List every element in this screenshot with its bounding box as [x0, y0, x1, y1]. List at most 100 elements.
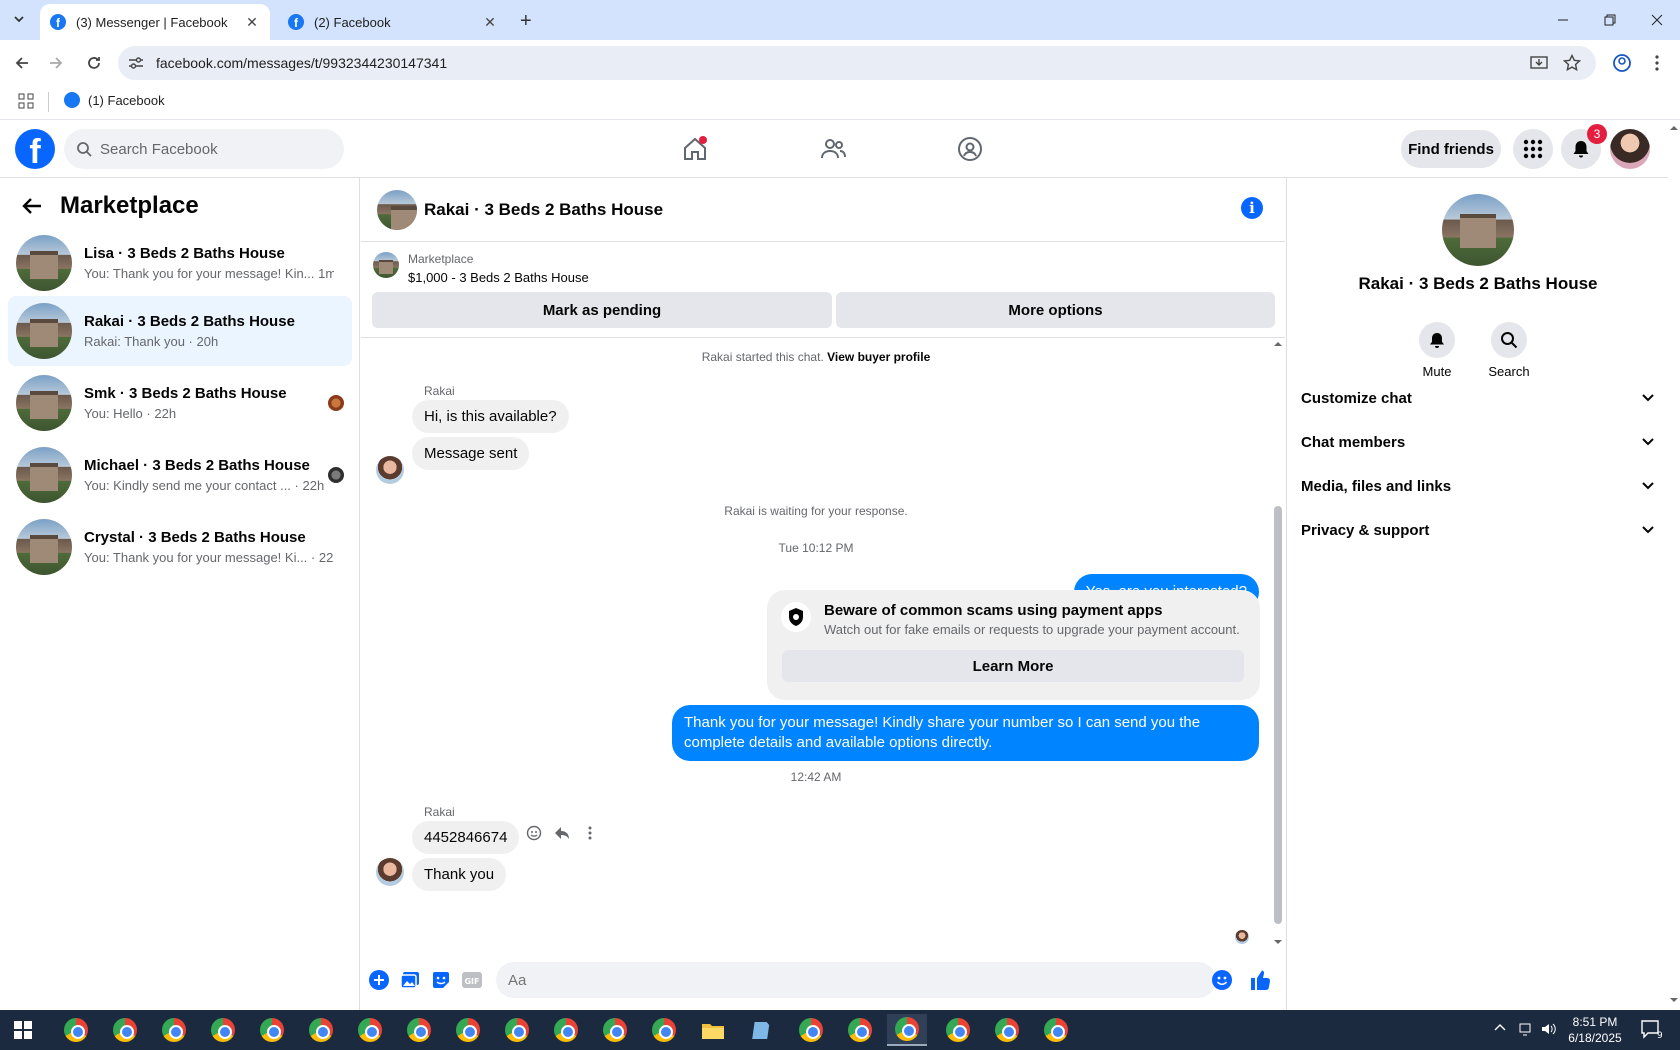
site-settings-icon[interactable]	[126, 53, 146, 73]
chrome-taskbar-icon[interactable]	[154, 1014, 194, 1046]
bookmark-facebook[interactable]: (1) Facebook	[64, 92, 165, 108]
chat-members-row[interactable]: Chat members	[1301, 422, 1655, 462]
facebook-search-input[interactable]: Search Facebook	[64, 129, 344, 169]
find-friends-button[interactable]: Find friends	[1401, 130, 1501, 168]
chrome-taskbar-icon[interactable]	[56, 1014, 96, 1046]
nav-groups[interactable]	[915, 126, 1025, 172]
windows-start-icon[interactable]	[14, 1021, 32, 1039]
chrome-taskbar-icon[interactable]	[840, 1014, 880, 1046]
listing-price[interactable]: $1,000 - 3 Beds 2 Baths House	[408, 270, 589, 285]
message-incoming[interactable]: Hi, is this available?	[412, 400, 569, 433]
info-icon[interactable]: i	[1241, 197, 1263, 219]
restore-icon	[1604, 14, 1616, 26]
sender-name: Rakai	[424, 805, 455, 819]
reply-icon[interactable]	[553, 824, 571, 842]
chrome-taskbar-icon[interactable]	[546, 1014, 586, 1046]
photo-icon[interactable]	[398, 968, 422, 992]
emoji-icon[interactable]	[1210, 968, 1234, 992]
plus-icon[interactable]	[367, 968, 391, 992]
mark-as-pending-button[interactable]: Mark as pending	[372, 292, 832, 328]
media-files-links-row[interactable]: Media, files and links	[1301, 466, 1655, 506]
listing-thumbnail[interactable]	[373, 252, 399, 278]
close-icon[interactable]: ✕	[482, 14, 498, 30]
chrome-taskbar-icon[interactable]	[987, 1014, 1027, 1046]
message-outgoing[interactable]: Thank you for your message! Kindly share…	[672, 705, 1259, 761]
browser-menu-icon[interactable]	[1645, 51, 1669, 75]
reload-button[interactable]	[82, 51, 106, 75]
notification-center-icon[interactable]: 9	[1640, 1019, 1662, 1039]
tab-search-button[interactable]	[8, 8, 30, 30]
page-scrollbar[interactable]	[1668, 120, 1680, 1010]
view-buyer-profile-link[interactable]: View buyer profile	[827, 350, 930, 364]
chrome-taskbar-icon[interactable]	[448, 1014, 488, 1046]
profile-icon[interactable]	[1610, 51, 1634, 75]
profile-avatar[interactable]	[1610, 129, 1650, 169]
chrome-taskbar-icon[interactable]	[252, 1014, 292, 1046]
system-clock[interactable]: 8:51 PM 6/18/2025	[1560, 1014, 1630, 1046]
privacy-support-row[interactable]: Privacy & support	[1301, 510, 1655, 550]
more-options-button[interactable]: More options	[836, 292, 1275, 328]
close-window-button[interactable]	[1634, 6, 1680, 34]
listing-avatar-large[interactable]	[1442, 194, 1514, 266]
chrome-taskbar-icon[interactable]	[644, 1014, 684, 1046]
url-input[interactable]: facebook.com/messages/t/9932344230147341	[118, 46, 1596, 80]
message-incoming[interactable]: Thank you	[412, 858, 507, 891]
chrome-taskbar-icon[interactable]	[1036, 1014, 1076, 1046]
tab-facebook[interactable]: f (2) Facebook ✕	[278, 4, 508, 40]
nav-home[interactable]	[640, 126, 750, 172]
chrome-taskbar-icon[interactable]	[399, 1014, 439, 1046]
chrome-taskbar-icon[interactable]	[791, 1014, 831, 1046]
conversation-item-active[interactable]: Rakai · 3 Beds 2 Baths House Rakai: Than…	[8, 296, 352, 366]
gif-icon[interactable]: GIF	[460, 968, 484, 992]
message-input[interactable]	[496, 962, 1216, 998]
chrome-taskbar-icon[interactable]	[938, 1014, 978, 1046]
restore-button[interactable]	[1587, 6, 1633, 34]
conversation-item[interactable]: Michael · 3 Beds 2 Baths House You: Kind…	[8, 440, 352, 510]
menu-button[interactable]	[1513, 129, 1553, 169]
chrome-taskbar-icon[interactable]	[203, 1014, 243, 1046]
volume-icon[interactable]	[1541, 1022, 1557, 1036]
chrome-taskbar-icon-active[interactable]	[887, 1014, 927, 1046]
message-incoming[interactable]: 4452846674	[412, 821, 520, 854]
chrome-taskbar-icon[interactable]	[301, 1014, 341, 1046]
chrome-taskbar-icon[interactable]	[350, 1014, 390, 1046]
chat-title[interactable]: Rakai · 3 Beds 2 Baths House	[424, 200, 663, 220]
chrome-taskbar-icon[interactable]	[595, 1014, 635, 1046]
install-app-icon[interactable]	[1529, 53, 1549, 73]
mute-button[interactable]: Mute	[1407, 322, 1467, 379]
notepad-icon[interactable]	[742, 1014, 782, 1046]
thread-scrollbar[interactable]	[1271, 338, 1283, 950]
network-icon[interactable]	[1518, 1022, 1532, 1036]
file-explorer-icon[interactable]	[693, 1014, 733, 1046]
close-icon[interactable]: ✕	[244, 14, 260, 30]
conversation-item[interactable]: Lisa · 3 Beds 2 Baths House You: Thank y…	[8, 228, 352, 298]
sticker-icon[interactable]	[429, 968, 453, 992]
forward-button[interactable]	[44, 51, 68, 75]
scroll-thumb[interactable]	[1274, 506, 1282, 924]
sender-avatar[interactable]	[376, 858, 404, 886]
message-incoming[interactable]: Message sent	[412, 437, 530, 470]
search-in-chat-button[interactable]: Search	[1479, 322, 1539, 379]
facebook-logo[interactable]: f	[15, 129, 55, 169]
apps-grid-icon[interactable]	[18, 93, 34, 109]
customize-chat-row[interactable]: Customize chat	[1301, 378, 1655, 418]
new-tab-button[interactable]: +	[520, 10, 532, 33]
bookmark-star-icon[interactable]	[1562, 53, 1582, 73]
message-thread[interactable]: Rakai started this chat. View buyer prof…	[361, 338, 1285, 950]
conversation-item[interactable]: Crystal · 3 Beds 2 Baths House You: Than…	[8, 512, 352, 582]
like-icon[interactable]	[1248, 968, 1272, 992]
chrome-taskbar-icon[interactable]	[497, 1014, 537, 1046]
tray-chevron-up-icon[interactable]	[1494, 1022, 1506, 1032]
chat-avatar[interactable]	[377, 190, 417, 230]
react-icon[interactable]	[525, 824, 543, 842]
learn-more-button[interactable]: Learn More	[782, 650, 1244, 682]
sender-avatar[interactable]	[376, 456, 404, 484]
conversation-item[interactable]: Smk · 3 Beds 2 Baths House You: Hello · …	[8, 368, 352, 438]
nav-friends[interactable]	[778, 126, 888, 172]
more-icon[interactable]	[581, 824, 599, 842]
back-arrow-button[interactable]	[18, 192, 46, 220]
tab-messenger[interactable]: f (3) Messenger | Facebook ✕	[40, 4, 270, 40]
back-button[interactable]	[10, 51, 34, 75]
chrome-taskbar-icon[interactable]	[105, 1014, 145, 1046]
minimize-button[interactable]	[1540, 6, 1586, 34]
